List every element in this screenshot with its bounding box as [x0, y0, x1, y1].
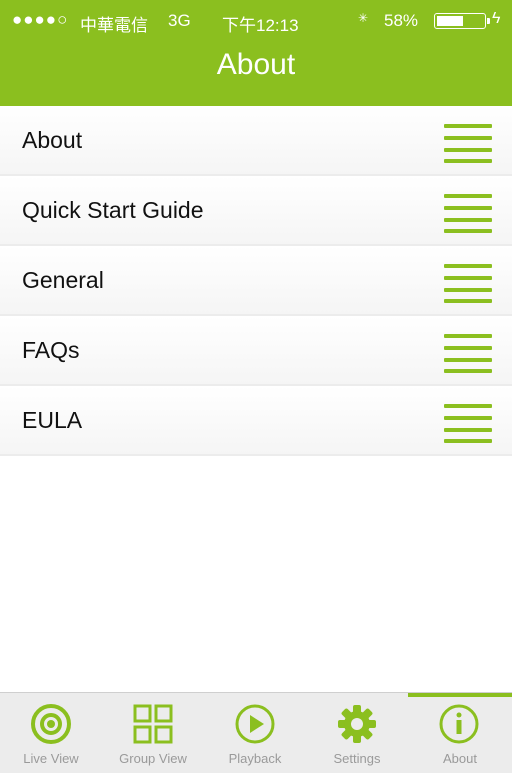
hamburger-icon — [444, 192, 492, 233]
tab-playback[interactable]: Playback — [204, 693, 306, 773]
menu-item-eula[interactable]: EULA — [0, 386, 512, 456]
about-menu: About Quick Start Guide General FAQs EUL… — [0, 106, 512, 456]
hamburger-icon — [444, 402, 492, 443]
activity-spinner-icon: ✳ — [358, 11, 369, 25]
info-icon — [439, 704, 479, 744]
status-bar: ●●●●○ 中華電信 3G 下午12:13 ✳ 58% ϟ — [0, 0, 512, 40]
carrier-name: 中華電信 — [80, 16, 148, 35]
menu-item-quick-start-guide[interactable]: Quick Start Guide — [0, 176, 512, 246]
tab-about[interactable]: About — [408, 693, 512, 773]
active-tab-indicator — [408, 693, 512, 697]
tab-live-view[interactable]: Live View — [0, 693, 102, 773]
hamburger-icon — [444, 332, 492, 373]
menu-item-about[interactable]: About — [0, 106, 512, 176]
menu-item-faqs[interactable]: FAQs — [0, 316, 512, 386]
live-view-icon — [31, 704, 71, 744]
hamburger-icon — [444, 122, 492, 163]
menu-item-label: General — [22, 267, 104, 293]
tab-group-view[interactable]: Group View — [102, 693, 204, 773]
play-icon — [235, 704, 275, 744]
tab-label: Playback — [228, 751, 282, 766]
grid-icon — [133, 704, 173, 744]
tab-bar: Live View Group View Playback Settings A… — [0, 692, 512, 773]
tab-label: Settings — [333, 751, 381, 766]
battery-icon — [434, 13, 490, 29]
tab-label: Group View — [119, 751, 187, 766]
app-header: ●●●●○ 中華電信 3G 下午12:13 ✳ 58% ϟ About — [0, 0, 512, 106]
charging-icon: ϟ — [492, 10, 501, 27]
tab-label: About — [443, 751, 477, 766]
network-type: 3G — [168, 11, 191, 30]
menu-item-label: EULA — [22, 407, 83, 433]
gear-icon — [338, 705, 376, 743]
menu-item-label: Quick Start Guide — [22, 197, 204, 223]
hamburger-icon — [444, 262, 492, 303]
menu-item-label: About — [22, 127, 83, 153]
tab-settings[interactable]: Settings — [306, 693, 408, 773]
page-title: About — [216, 48, 296, 81]
battery-percent: 58% — [384, 11, 419, 30]
status-time: 下午12:13 — [222, 16, 299, 35]
signal-strength-icon: ●●●●○ — [12, 10, 69, 29]
menu-item-label: FAQs — [22, 337, 80, 363]
menu-item-general[interactable]: General — [0, 246, 512, 316]
tab-label: Live View — [23, 751, 79, 766]
